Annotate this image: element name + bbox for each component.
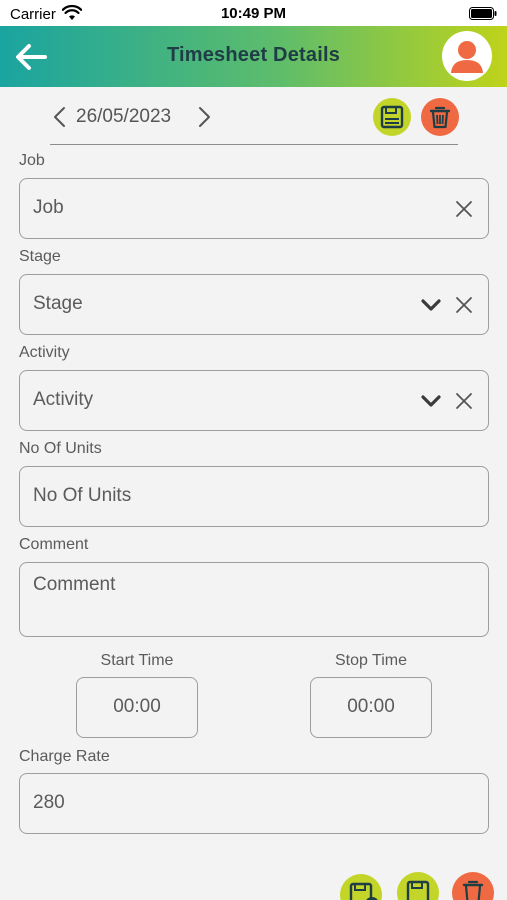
save-icon	[380, 105, 404, 129]
delete-button-top[interactable]	[421, 98, 459, 136]
clear-job-icon[interactable]	[454, 199, 474, 219]
stop-time-label: Stop Time	[334, 652, 408, 669]
status-bar: Carrier 10:49 PM	[0, 0, 507, 26]
stage-dropdown[interactable]: Stage	[19, 274, 489, 335]
job-label: Job	[19, 152, 45, 169]
save-button-bottom[interactable]	[397, 872, 439, 900]
save-copy-button[interactable]	[340, 874, 382, 900]
activity-label: Activity	[19, 344, 70, 361]
stage-placeholder: Stage	[33, 293, 83, 314]
chevron-left-icon[interactable]	[50, 106, 70, 128]
comment-textarea[interactable]: Comment	[19, 562, 489, 637]
comment-placeholder: Comment	[33, 574, 116, 595]
charge-rate-value: 280	[33, 792, 65, 813]
app-header: Timesheet Details	[0, 26, 507, 87]
charge-rate-input[interactable]: 280	[19, 773, 489, 834]
chevron-right-icon[interactable]	[194, 106, 214, 128]
battery-icon	[469, 7, 497, 20]
selected-date[interactable]: 26/05/2023	[76, 106, 171, 128]
units-input[interactable]: No Of Units	[19, 466, 489, 527]
start-time-input[interactable]: 00:00	[76, 677, 198, 738]
save-button-top[interactable]	[373, 98, 411, 136]
job-placeholder: Job	[33, 197, 64, 218]
activity-placeholder: Activity	[33, 389, 94, 410]
trash-icon	[462, 880, 484, 900]
units-placeholder: No Of Units	[33, 485, 132, 506]
clock: 10:49 PM	[220, 5, 287, 22]
clear-stage-icon[interactable]	[454, 295, 474, 315]
clear-activity-icon[interactable]	[454, 391, 474, 411]
trash-icon	[429, 106, 451, 129]
activity-dropdown[interactable]: Activity	[19, 370, 489, 431]
comment-label: Comment	[19, 536, 89, 553]
stage-label: Stage	[19, 248, 61, 265]
user-avatar-icon[interactable]	[442, 31, 492, 81]
units-label: No Of Units	[19, 440, 102, 457]
job-field[interactable]: Job	[19, 178, 489, 239]
stop-time-input[interactable]: 00:00	[310, 677, 432, 738]
charge-rate-label: Charge Rate	[19, 748, 110, 765]
save-copy-icon	[349, 882, 378, 900]
save-icon	[406, 880, 430, 900]
person-icon	[451, 41, 483, 73]
delete-button-bottom[interactable]	[452, 872, 494, 900]
chevron-down-icon[interactable]	[420, 296, 442, 314]
start-time-label: Start Time	[100, 652, 174, 669]
chevron-down-icon[interactable]	[420, 392, 442, 410]
page-title: Timesheet Details	[166, 44, 341, 66]
